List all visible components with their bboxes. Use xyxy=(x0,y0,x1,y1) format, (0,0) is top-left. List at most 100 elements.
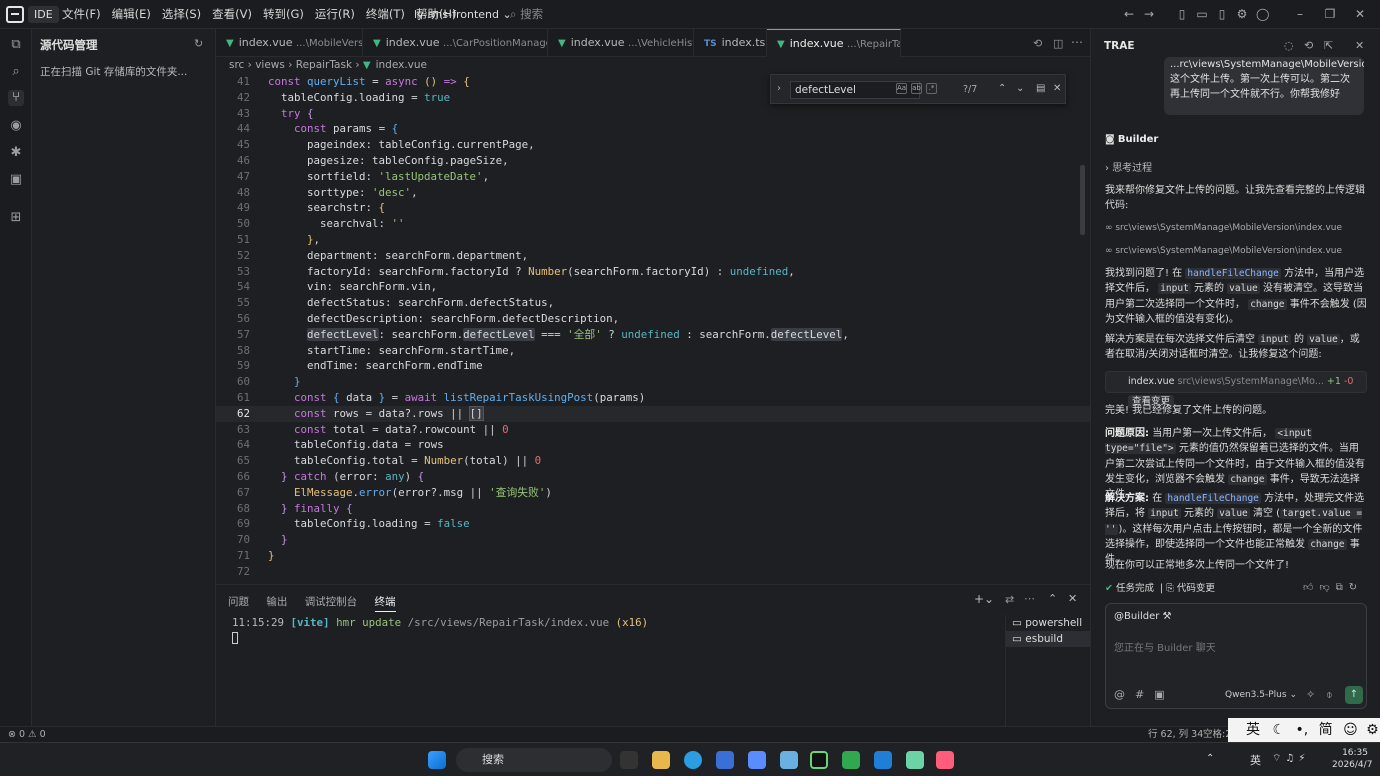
code-line[interactable]: 66 } catch (error: any) { xyxy=(216,469,1090,485)
code-line[interactable]: 70 } xyxy=(216,532,1090,548)
toggle-panel-icon[interactable]: ▭ xyxy=(1196,8,1208,20)
tab-index-ts[interactable]: TS index.ts xyxy=(694,29,767,57)
ide-badge[interactable]: IDE xyxy=(28,6,59,23)
close-window-icon[interactable]: ✕ xyxy=(1354,8,1366,20)
chat-input-box[interactable]: @Builder ⚒ 您正在与 Builder 聊天 @#▣ Qwen3.5-P… xyxy=(1105,603,1367,709)
open-external-icon[interactable]: ⇱ xyxy=(1324,39,1333,52)
tray-icons[interactable]: ⌔♫⚡ xyxy=(1272,752,1309,765)
find-in-selection-icon[interactable]: ▤ xyxy=(1036,83,1045,94)
code-line[interactable]: 56 defectDescription: searchForm.defectD… xyxy=(216,311,1090,327)
code-line[interactable]: 72 xyxy=(216,564,1090,580)
terminal-powershell[interactable]: ▭ powershell xyxy=(1006,615,1090,631)
code-line[interactable]: 53 factoryId: searchForm.factoryId ? Num… xyxy=(216,264,1090,280)
ime-lang[interactable]: 英 xyxy=(1246,722,1260,738)
tab-carposition[interactable]: ▼index.vue ...\CarPositionManagement xyxy=(363,29,548,57)
code-line[interactable]: 69 tableConfig.loading = false xyxy=(216,516,1090,532)
code-editor[interactable]: 41 const queryList = async () => {42 tabl… xyxy=(216,74,1090,584)
ime-emoji-icon[interactable]: ☺ xyxy=(1343,722,1358,738)
ime-punct-icon[interactable]: •, xyxy=(1295,722,1308,738)
explorer-icon[interactable]: ⧉ xyxy=(8,37,24,53)
settings-gear-icon[interactable]: ⚙ xyxy=(1236,8,1248,20)
account-icon[interactable]: ◯ xyxy=(1256,8,1269,20)
sparkle-icon[interactable]: ✧ xyxy=(1306,688,1315,701)
breadcrumb-src[interactable]: src xyxy=(229,59,244,71)
code-change-link[interactable]: 代码变更 xyxy=(1177,583,1215,594)
previous-match-icon[interactable]: ⌃ xyxy=(998,83,1006,94)
menu-selection[interactable]: 选择(S) xyxy=(162,0,201,29)
code-line[interactable]: 60 } xyxy=(216,374,1090,390)
search-view-icon[interactable]: ⌕ xyxy=(8,64,24,80)
command-search[interactable]: ⌕ 搜索 xyxy=(510,5,1110,24)
eye-icon[interactable]: ◉ xyxy=(8,118,24,134)
editor-scrollbar[interactable] xyxy=(1080,165,1085,235)
menu-view[interactable]: 查看(V) xyxy=(212,0,252,29)
code-line[interactable]: 45 pageindex: tableConfig.currentPage, xyxy=(216,137,1090,153)
chevron-right-icon[interactable]: › xyxy=(777,83,781,94)
problems-status[interactable]: ⊗ 0 ⚠ 0 xyxy=(8,727,46,743)
file-ref-1[interactable]: ∞ src\views\SystemManage\MobileVersion\i… xyxy=(1105,221,1367,236)
maximize-panel-icon[interactable]: ⌃ xyxy=(1048,592,1057,605)
input-tools-icons[interactable]: @#▣ xyxy=(1114,688,1175,701)
tab-mobileversion[interactable]: ▼index.vue ...\MobileVersion xyxy=(216,29,363,57)
clock[interactable]: 16:35 2026/4/7 xyxy=(1332,747,1372,771)
code-line[interactable]: 44 const params = { xyxy=(216,121,1090,137)
history-icon[interactable]: ⟲ xyxy=(1304,39,1313,52)
maximize-icon[interactable]: ❐ xyxy=(1324,8,1336,20)
download-icon[interactable] xyxy=(716,751,734,769)
breadcrumb-views[interactable]: views xyxy=(255,59,285,71)
menu-file[interactable]: 文件(F) xyxy=(62,0,101,29)
split-editor-icon[interactable]: ◫ xyxy=(1053,37,1063,50)
code-line[interactable]: 52 department: searchForm.department, xyxy=(216,248,1090,264)
chat-bubble-icon[interactable]: ◌ xyxy=(1284,39,1294,52)
cursor-position[interactable]: 行 62, 列 34 xyxy=(1148,727,1203,743)
thinking-toggle[interactable]: › 思考过程 xyxy=(1105,161,1367,176)
next-match-icon[interactable]: ⌄ xyxy=(1016,83,1024,94)
breadcrumb-repairtask[interactable]: RepairTask xyxy=(296,59,352,71)
file-explorer-icon[interactable] xyxy=(652,751,670,769)
code-line[interactable]: 47 sortfield: 'lastUpdateDate', xyxy=(216,169,1090,185)
code-line[interactable]: 46 pagesize: tableConfig.pageSize, xyxy=(216,153,1090,169)
extensions-icon[interactable]: ⊞ xyxy=(8,210,24,226)
hbuilder-icon[interactable] xyxy=(842,751,860,769)
tab-debug-console[interactable]: 调试控制台 xyxy=(305,596,358,608)
feedback-icons[interactable]: 👍︎👎︎⧉↻ xyxy=(1303,581,1363,593)
model-selector[interactable]: Qwen3.5-Plus ⌄ xyxy=(1225,690,1297,700)
tray-chevron-icon[interactable]: ⌃ xyxy=(1206,753,1214,764)
app-icon[interactable] xyxy=(906,751,924,769)
taskbar-search[interactable]: 搜索 xyxy=(456,748,612,772)
more-icon[interactable]: ⋯ xyxy=(1024,592,1035,605)
ime-settings-icon[interactable]: ⚙ xyxy=(1366,722,1379,738)
new-terminal-icon[interactable]: +⌄ xyxy=(974,592,994,606)
edge-icon[interactable] xyxy=(684,751,702,769)
menu-run[interactable]: 运行(R) xyxy=(315,0,355,29)
tab-problems[interactable]: 问题 xyxy=(228,596,249,608)
code-line[interactable]: 71} xyxy=(216,548,1090,564)
code-line[interactable]: 68 } finally { xyxy=(216,501,1090,517)
trae-taskbar-icon[interactable] xyxy=(810,751,828,769)
regex-icon[interactable]: .* xyxy=(926,83,937,94)
change-chip[interactable]: index.vue src\views\SystemManage\Mo... +… xyxy=(1105,371,1367,408)
code-line[interactable]: 49 searchstr: { xyxy=(216,200,1090,216)
tab-terminal[interactable]: 终端 xyxy=(374,596,396,612)
tab-repairtask[interactable]: ▼index.vue ...\RepairTask ✕ xyxy=(767,29,901,57)
feishu-icon[interactable] xyxy=(748,751,766,769)
file-ref-2[interactable]: ∞ src\views\SystemManage\MobileVersion\i… xyxy=(1105,244,1367,259)
debug-icon[interactable]: ✱ xyxy=(8,145,24,161)
indent-setting[interactable]: 空格:2 xyxy=(1203,727,1231,743)
notepad-icon[interactable] xyxy=(780,751,798,769)
code-line[interactable]: 59 endTime: searchForm.endTime xyxy=(216,358,1090,374)
task-view-icon[interactable] xyxy=(620,751,638,769)
code-line[interactable]: 57 defectLevel: searchForm.defectLevel =… xyxy=(216,327,1090,343)
code-line[interactable]: 55 defectStatus: searchForm.defectStatus… xyxy=(216,295,1090,311)
code-line[interactable]: 48 sorttype: 'desc', xyxy=(216,185,1090,201)
forward-arrow-icon[interactable]: → xyxy=(1143,8,1155,20)
code-line[interactable]: 62 const rows = data?.rows || [] xyxy=(216,405,1090,422)
vscode-icon[interactable] xyxy=(874,751,892,769)
code-line[interactable]: 58 startTime: searchForm.startTime, xyxy=(216,343,1090,359)
wechat-icon[interactable] xyxy=(936,751,954,769)
menu-edit[interactable]: 编辑(E) xyxy=(112,0,151,29)
split-terminal-icon[interactable]: ⇄ xyxy=(1005,593,1014,606)
code-line[interactable]: 65 tableConfig.total = Number(total) || … xyxy=(216,453,1090,469)
close-chat-icon[interactable]: ✕ xyxy=(1355,39,1364,52)
source-control-icon[interactable]: ⑂ xyxy=(8,90,24,106)
